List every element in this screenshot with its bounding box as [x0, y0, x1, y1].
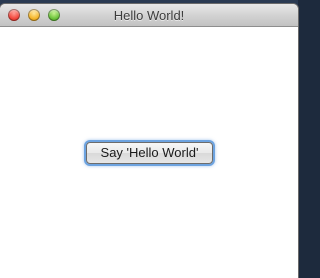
app-window: Hello World! Say 'Hello World' [0, 4, 298, 278]
window-title: Hello World! [113, 8, 185, 23]
title-bar[interactable]: Hello World! [0, 4, 298, 27]
close-icon[interactable] [8, 9, 20, 21]
minimize-icon[interactable] [28, 9, 40, 21]
window-content: Say 'Hello World' [0, 27, 298, 278]
say-hello-button[interactable]: Say 'Hello World' [86, 142, 213, 164]
zoom-icon[interactable] [48, 9, 60, 21]
